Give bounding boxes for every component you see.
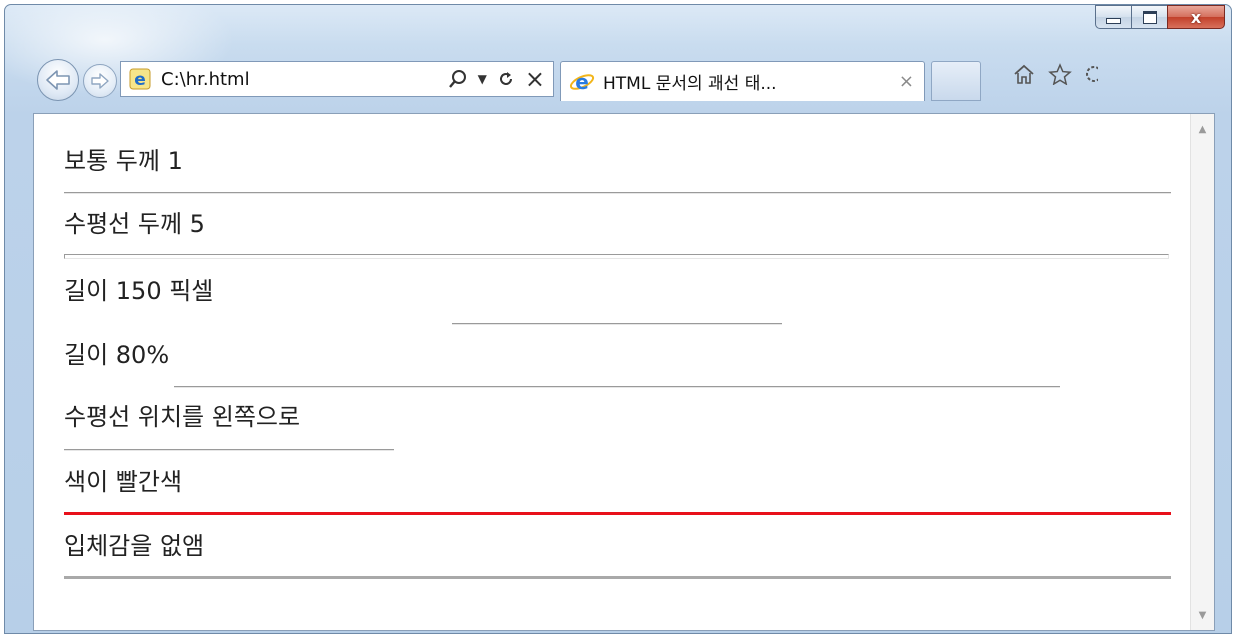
- refresh-icon[interactable]: [497, 70, 515, 88]
- label-thickness-5: 수평선 두께 5: [64, 210, 205, 238]
- dropdown-icon[interactable]: ▼: [478, 72, 487, 86]
- tab-active[interactable]: e HTML 문서의 괘선 태... ×: [560, 61, 925, 101]
- label-width-150px: 길이 150 픽셀: [64, 277, 214, 305]
- forward-button[interactable]: [83, 64, 117, 98]
- rule-width-80-percent: [174, 386, 1060, 388]
- close-button[interactable]: x: [1167, 5, 1225, 29]
- gear-icon[interactable]: [1084, 63, 1098, 85]
- home-icon[interactable]: [1012, 63, 1036, 85]
- back-button[interactable]: [37, 59, 79, 101]
- arrow-left-icon: [46, 70, 70, 90]
- rule-width-150px: [452, 323, 782, 325]
- address-tools: ▼ ×: [448, 65, 545, 93]
- rule-normal: [64, 192, 1171, 194]
- ie-page-icon: e: [128, 67, 152, 91]
- maximize-icon: [1142, 10, 1157, 24]
- tab-title: HTML 문서의 괘선 태...: [603, 74, 777, 94]
- tab-close-button[interactable]: ×: [899, 71, 914, 92]
- stop-icon[interactable]: ×: [525, 65, 545, 93]
- close-icon: x: [1190, 7, 1202, 27]
- label-align-left: 수평선 위치를 왼쪽으로: [64, 403, 301, 431]
- rule-noshade: [64, 576, 1171, 579]
- scroll-up-icon[interactable]: ▲: [1191, 118, 1214, 140]
- label-width-80-percent: 길이 80%: [64, 341, 170, 369]
- label-normal-thickness: 보통 두께 1: [64, 147, 183, 175]
- caption-buttons: x: [1095, 5, 1225, 29]
- command-icons: [1012, 63, 1098, 85]
- arrow-right-icon: [91, 73, 109, 89]
- favorites-star-icon[interactable]: [1048, 63, 1072, 85]
- rule-align-left: [64, 449, 394, 451]
- address-bar[interactable]: e C:\hr.html ▼ ×: [120, 61, 554, 97]
- search-icon[interactable]: [448, 69, 468, 89]
- minimize-button[interactable]: [1095, 5, 1131, 29]
- label-noshade: 입체감을 없앰: [64, 532, 205, 560]
- address-input[interactable]: C:\hr.html: [161, 69, 448, 90]
- document-content: 보통 두께 1 수평선 두께 5 길이 150 픽셀 길이 80% 수평선 위치…: [34, 114, 1189, 630]
- rule-red: [64, 512, 1171, 515]
- browser-window: x e C:\hr.html ▼ × e HTML 문서의 괘선 태... × …: [4, 4, 1232, 634]
- svg-text:e: e: [134, 70, 146, 90]
- maximize-button[interactable]: [1131, 5, 1167, 29]
- vertical-scrollbar[interactable]: ▲ ▼: [1190, 114, 1214, 630]
- ie-tab-icon: e: [569, 70, 595, 94]
- rule-thick-5: [64, 254, 1169, 259]
- new-tab-button[interactable]: [931, 61, 981, 101]
- minimize-icon: [1106, 18, 1121, 24]
- svg-text:e: e: [575, 70, 589, 94]
- scroll-down-icon[interactable]: ▼: [1191, 604, 1214, 626]
- label-red-color: 색이 빨간색: [64, 468, 183, 496]
- page-viewport: 보통 두께 1 수평선 두께 5 길이 150 픽셀 길이 80% 수평선 위치…: [33, 113, 1215, 631]
